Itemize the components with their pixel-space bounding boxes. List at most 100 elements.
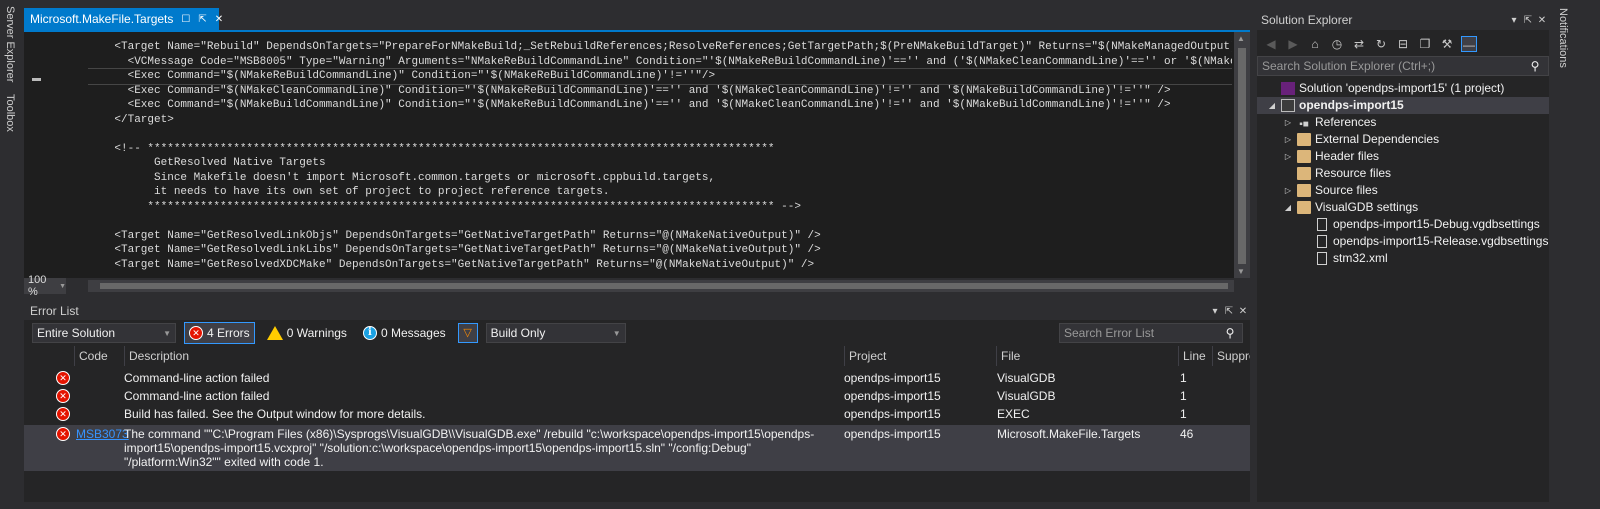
tree-item-label: Header files [1315, 149, 1380, 163]
column-header-project[interactable]: Project [844, 346, 996, 366]
tree-item[interactable]: ▷ ▪■ References [1283, 114, 1376, 131]
solution-explorer-toolbar: ◀ ▶ ⌂ ◷ ⇄ ↻ ⊟ ❐ ⚒ — [1257, 32, 1549, 56]
error-file: Microsoft.MakeFile.Targets [997, 427, 1141, 441]
pending-changes-filter-icon[interactable]: ◷ [1329, 36, 1345, 52]
code-editor[interactable]: <Target Name="Rebuild" DependsOnTargets=… [24, 32, 1250, 298]
properties-wrench-icon[interactable]: ⚒ [1439, 36, 1455, 52]
show-all-files-icon[interactable]: ❐ [1417, 36, 1433, 52]
scope-dropdown[interactable]: Entire Solution ▼ [32, 323, 176, 343]
notifications-tab[interactable]: Notifications [1557, 8, 1569, 68]
tree-item[interactable]: ◢ opendps-import15 [1257, 97, 1549, 114]
error-description: Command-line action failed [124, 389, 270, 403]
window-position-icon[interactable]: ▾ [1208, 306, 1222, 317]
file-icon [1317, 235, 1327, 248]
tree-item[interactable]: opendps-import15-Debug.vgdbsettings [1315, 216, 1540, 233]
references-icon: ▪■ [1299, 119, 1309, 130]
table-row[interactable]: ✕ Command-line action failed opendps-imp… [24, 369, 1250, 387]
close-icon[interactable]: ✕ [215, 14, 223, 25]
editor-gutter [24, 32, 84, 278]
scroll-up-icon[interactable]: ▲ [1237, 34, 1245, 43]
line-marker-icon [32, 78, 41, 81]
collapse-arrow-icon[interactable]: ▷ [1283, 114, 1293, 131]
collapse-arrow-icon[interactable]: ▷ [1283, 131, 1293, 148]
toolbox-tab[interactable]: Toolbox [4, 94, 16, 132]
error-icon: ✕ [189, 326, 203, 340]
editor-horizontal-scrollbar[interactable] [88, 280, 1234, 292]
tree-item[interactable]: opendps-import15-Release.vgdbsettings [1315, 233, 1548, 250]
preview-icon[interactable]: — [1461, 36, 1477, 52]
server-explorer-tab[interactable]: Server Explorer [4, 6, 16, 82]
home-icon[interactable]: ⌂ [1307, 36, 1323, 52]
code-area[interactable]: <Target Name="Rebuild" DependsOnTargets=… [88, 40, 1232, 278]
column-header-suppression[interactable]: Suppre [1212, 346, 1250, 366]
pin-icon[interactable]: ⇱ [1222, 306, 1236, 317]
window-position-icon[interactable]: ▾ [1507, 15, 1521, 26]
scroll-thumb[interactable] [100, 283, 1228, 289]
column-header-file[interactable]: File [996, 346, 1178, 366]
messages-filter-button[interactable]: i 0 Messages [359, 322, 450, 344]
editor-tab[interactable]: Microsoft.MakeFile.Targets ☐ ⇱ ✕ [24, 8, 223, 30]
tree-item[interactable]: ◢ VisualGDB settings [1283, 199, 1418, 216]
search-input[interactable]: Search Solution Explorer (Ctrl+;) [1262, 59, 1522, 73]
warnings-filter-button[interactable]: 0 Warnings [263, 322, 351, 344]
solution-explorer-search[interactable]: Search Solution Explorer (Ctrl+;) ⚲ [1257, 56, 1549, 76]
close-icon[interactable]: ✕ [1236, 306, 1250, 317]
scroll-down-icon[interactable]: ▼ [1237, 267, 1245, 276]
editor-vertical-scrollbar[interactable]: ▲ ▼ [1234, 32, 1250, 278]
read-only-lock-icon: ☐ [181, 13, 191, 25]
tree-item[interactable]: stm32.xml [1315, 250, 1388, 267]
tree-item[interactable]: ▷ External Dependencies [1283, 131, 1439, 148]
expand-arrow-icon[interactable]: ◢ [1267, 97, 1277, 114]
zoom-dropdown[interactable]: 100 % ▼ [24, 274, 66, 298]
search-icon[interactable]: ⚲ [1218, 326, 1242, 340]
folder-icon [1297, 184, 1311, 197]
column-header-description[interactable]: Description [124, 346, 844, 366]
collapse-arrow-icon[interactable]: ▷ [1283, 182, 1293, 199]
pin-icon[interactable]: ⇱ [198, 14, 206, 25]
build-filter-value: Build Only [490, 326, 546, 340]
code-line: <Exec Command="$(NMakeCleanCommandLine)"… [88, 84, 1171, 97]
column-header-code[interactable]: Code [74, 346, 124, 366]
error-code-link[interactable]: MSB3073 [76, 427, 129, 441]
scope-value: Entire Solution [37, 326, 116, 340]
code-line: GetResolved Native Targets [88, 157, 326, 169]
tree-item-label: Solution 'opendps-import15' (1 project) [1299, 81, 1505, 95]
folder-icon [1297, 201, 1311, 214]
search-icon[interactable]: ⚲ [1522, 59, 1548, 73]
error-file: VisualGDB [997, 371, 1056, 385]
search-input[interactable]: Search Error List [1064, 326, 1218, 340]
tree-item[interactable]: ▷ Source files [1283, 182, 1378, 199]
error-project: opendps-import15 [844, 371, 941, 385]
collapse-arrow-icon[interactable]: ▷ [1283, 148, 1293, 165]
code-line: </Target> [88, 113, 174, 126]
column-header-line[interactable]: Line [1178, 346, 1212, 366]
close-icon[interactable]: ✕ [1535, 15, 1549, 26]
refresh-icon[interactable]: ↻ [1373, 36, 1389, 52]
build-filter-dropdown[interactable]: Build Only ▼ [485, 323, 626, 343]
error-project: opendps-import15 [844, 389, 941, 403]
error-icon: ✕ [56, 407, 70, 421]
error-list-title-bar: Error List ▾ ⇱ ✕ [24, 302, 1250, 320]
table-row[interactable]: ✕ Command-line action failed opendps-imp… [24, 387, 1250, 405]
pin-icon[interactable]: ⇱ [1521, 15, 1535, 26]
editor-bottom-bar: 100 % ▼ [24, 274, 1250, 298]
tree-item[interactable]: Solution 'opendps-import15' (1 project) [1267, 80, 1504, 97]
error-line: 1 [1180, 407, 1187, 421]
collapse-all-icon[interactable]: ⊟ [1395, 36, 1411, 52]
editor-tab-bar: Microsoft.MakeFile.Targets ☐ ⇱ ✕ [24, 8, 1250, 32]
forward-icon[interactable]: ▶ [1285, 36, 1301, 52]
table-row[interactable]: ✕ MSB3073 The command ""C:\Program Files… [24, 425, 1250, 471]
tree-item[interactable]: Resource files [1283, 165, 1391, 182]
errors-filter-button[interactable]: ✕ 4 Errors [184, 322, 255, 344]
scroll-thumb[interactable] [1238, 48, 1246, 264]
error-list-search[interactable]: Search Error List ⚲ [1059, 323, 1243, 343]
sync-icon[interactable]: ⇄ [1351, 36, 1367, 52]
solution-explorer-panel: Solution Explorer ▾ ⇱ ✕ ◀ ▶ ⌂ ◷ ⇄ ↻ ⊟ ❐ … [1257, 10, 1549, 502]
expand-arrow-icon[interactable]: ◢ [1283, 199, 1293, 216]
back-icon[interactable]: ◀ [1263, 36, 1279, 52]
filter-funnel-icon[interactable]: ▽ [457, 323, 478, 343]
tree-item[interactable]: ▷ Header files [1283, 148, 1379, 165]
panel-title: Error List [30, 304, 79, 318]
table-row[interactable]: ✕ Build has failed. See the Output windo… [24, 405, 1250, 423]
